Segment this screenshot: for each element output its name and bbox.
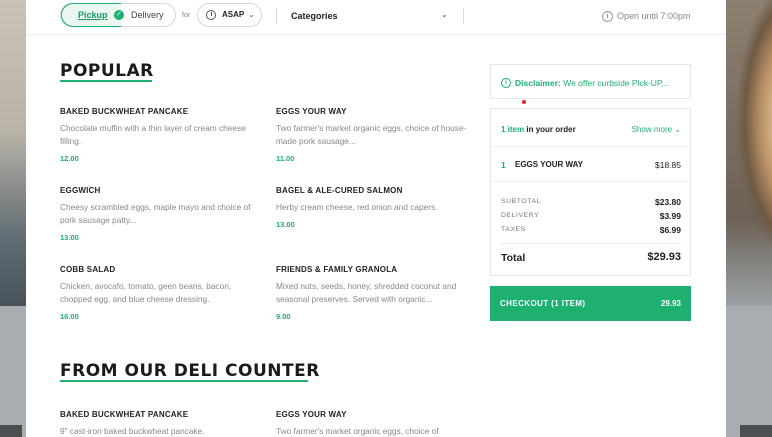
taxes-value: $6.99	[659, 225, 681, 235]
menu-item-description: Herby cream cheese, red onion and capers…	[276, 202, 438, 212]
total-label: Total	[501, 252, 526, 264]
notification-dot	[522, 100, 526, 104]
section-title-popular: POPULAR	[60, 61, 154, 81]
checkout-button[interactable]: CHECKOUT (1 ITEM) 29.93	[490, 286, 691, 321]
for-label: for	[182, 12, 191, 19]
total-value: $29.93	[647, 251, 681, 263]
order-options-bar: Pickup ✓ Delivery for ASAP ⌄ Categories …	[26, 0, 726, 35]
cart-line-quantity: 1	[501, 160, 506, 170]
menu-item-price: 9.00	[276, 312, 291, 321]
menu-panel: Pickup ✓ Delivery for ASAP ⌄ Categories …	[26, 0, 726, 437]
menu-item-description: Cheesy scrambled eggs, maple mayo and ch…	[60, 202, 251, 225]
background-photo-left	[0, 0, 26, 437]
menu-item[interactable]: BAKED BUCKWHEAT PANCAKE 9" cast-iron bak…	[60, 410, 260, 437]
pickup-option[interactable]: Pickup	[61, 3, 121, 27]
categories-dropdown[interactable]: Categories	[291, 11, 338, 21]
order-summary: 1 item in your order Show more ⌄ 1 EGGS …	[490, 108, 691, 276]
divider	[276, 8, 277, 24]
menu-item[interactable]: BAKED BUCKWHEAT PANCAKE Chocolate muffin…	[60, 107, 260, 163]
menu-item-price: 11.00	[276, 154, 295, 163]
disclaimer-text: We offer curbside Pick-UP...	[563, 78, 669, 88]
background-photo-right	[726, 0, 772, 437]
checkout-amount: 29.93	[660, 299, 681, 308]
disclaimer-label: Disclaimer:	[515, 78, 561, 88]
fulfillment-toggle: Pickup ✓ Delivery	[60, 3, 176, 27]
menu-item[interactable]: EGGS YOUR WAY Two farmer's market organi…	[276, 410, 476, 437]
carousel-prev-edge[interactable]	[0, 425, 22, 437]
subtotal-value: $23.80	[655, 197, 681, 207]
disclaimer-banner[interactable]: i Disclaimer: We offer curbside Pick-UP.…	[490, 64, 691, 99]
chevron-down-icon: ⌄	[248, 10, 255, 19]
menu-item[interactable]: EGGS YOUR WAY Two farmer's market organi…	[276, 107, 476, 163]
divider	[491, 146, 690, 147]
menu-item-description: Mixed nuts, seeds, honey, shredded cocon…	[276, 281, 457, 304]
info-icon: i	[501, 78, 511, 88]
delivery-option[interactable]: Delivery	[131, 4, 164, 26]
menu-item-description: Chicken, avocafo, tomato, geen beans, ba…	[60, 281, 232, 304]
divider	[500, 243, 681, 244]
time-selector[interactable]: ASAP ⌄	[197, 3, 262, 27]
menu-item-name: EGGS YOUR WAY	[276, 410, 347, 419]
menu-item-price: 16.00	[60, 312, 79, 321]
menu-item-description: 9" cast-iron baked buckwheat pancake.	[60, 426, 205, 436]
menu-item-description: Two farmer's market organic eggs, choice…	[276, 123, 467, 146]
clock-icon	[206, 10, 216, 20]
menu-item-name: COBB SALAD	[60, 265, 116, 274]
menu-item-price: 13.00	[276, 220, 295, 229]
taxes-label: TAXES	[501, 226, 526, 233]
check-icon: ✓	[114, 10, 124, 20]
divider	[463, 8, 464, 24]
menu-item-name: EGGS YOUR WAY	[276, 107, 347, 116]
menu-item[interactable]: FRIENDS & FAMILY GRANOLA Mixed nuts, see…	[276, 265, 476, 321]
subtotal-label: SUBTOTAL	[501, 198, 542, 205]
menu-item-description: Two farmer's market organic eggs, choice…	[276, 426, 439, 436]
menu-item-name: BAGEL & ALE-CURED SALMON	[276, 186, 403, 195]
chevron-down-icon: ⌄	[674, 125, 681, 134]
menu-item[interactable]: BAGEL & ALE-CURED SALMON Herby cream che…	[276, 186, 476, 229]
order-count-number: 1 item	[501, 125, 525, 134]
time-selector-label: ASAP	[222, 10, 245, 19]
menu-item-price: 13.00	[60, 233, 79, 242]
opening-hours: Open until 7:00pm	[617, 11, 691, 21]
menu-item-name: BAKED BUCKWHEAT PANCAKE	[60, 410, 189, 419]
menu-item-name: FRIENDS & FAMILY GRANOLA	[276, 265, 398, 274]
show-more-link[interactable]: Show more ⌄	[632, 125, 681, 134]
delivery-fee-value: $3.99	[659, 211, 681, 221]
menu-item-price: 12.00	[60, 154, 79, 163]
show-more-label: Show more	[631, 125, 673, 134]
cart-line-name[interactable]: EGGS YOUR WAY	[515, 160, 583, 169]
section-underline	[60, 380, 308, 382]
info-icon: i	[602, 11, 613, 22]
menu-item[interactable]: EGGWICH Cheesy scrambled eggs, maple may…	[60, 186, 260, 242]
chevron-down-icon[interactable]: ⌄	[441, 10, 448, 19]
order-count-suffix: in your order	[526, 125, 576, 134]
divider	[491, 181, 690, 182]
menu-item-name: EGGWICH	[60, 186, 101, 195]
cart-line-price: $18.85	[655, 160, 681, 170]
section-underline	[60, 80, 152, 82]
checkout-label: CHECKOUT (1 ITEM)	[500, 299, 586, 308]
order-count: 1 item in your order	[501, 125, 576, 134]
menu-item-name: BAKED BUCKWHEAT PANCAKE	[60, 107, 189, 116]
delivery-fee-label: DELIVERY	[501, 212, 540, 219]
section-title-deli: FROM OUR DELI COUNTER	[60, 361, 320, 381]
menu-item-description: Chocolate muffin with a thin layer of cr…	[60, 123, 246, 146]
menu-item[interactable]: COBB SALAD Chicken, avocafo, tomato, gee…	[60, 265, 260, 321]
carousel-next-edge[interactable]	[740, 425, 772, 437]
